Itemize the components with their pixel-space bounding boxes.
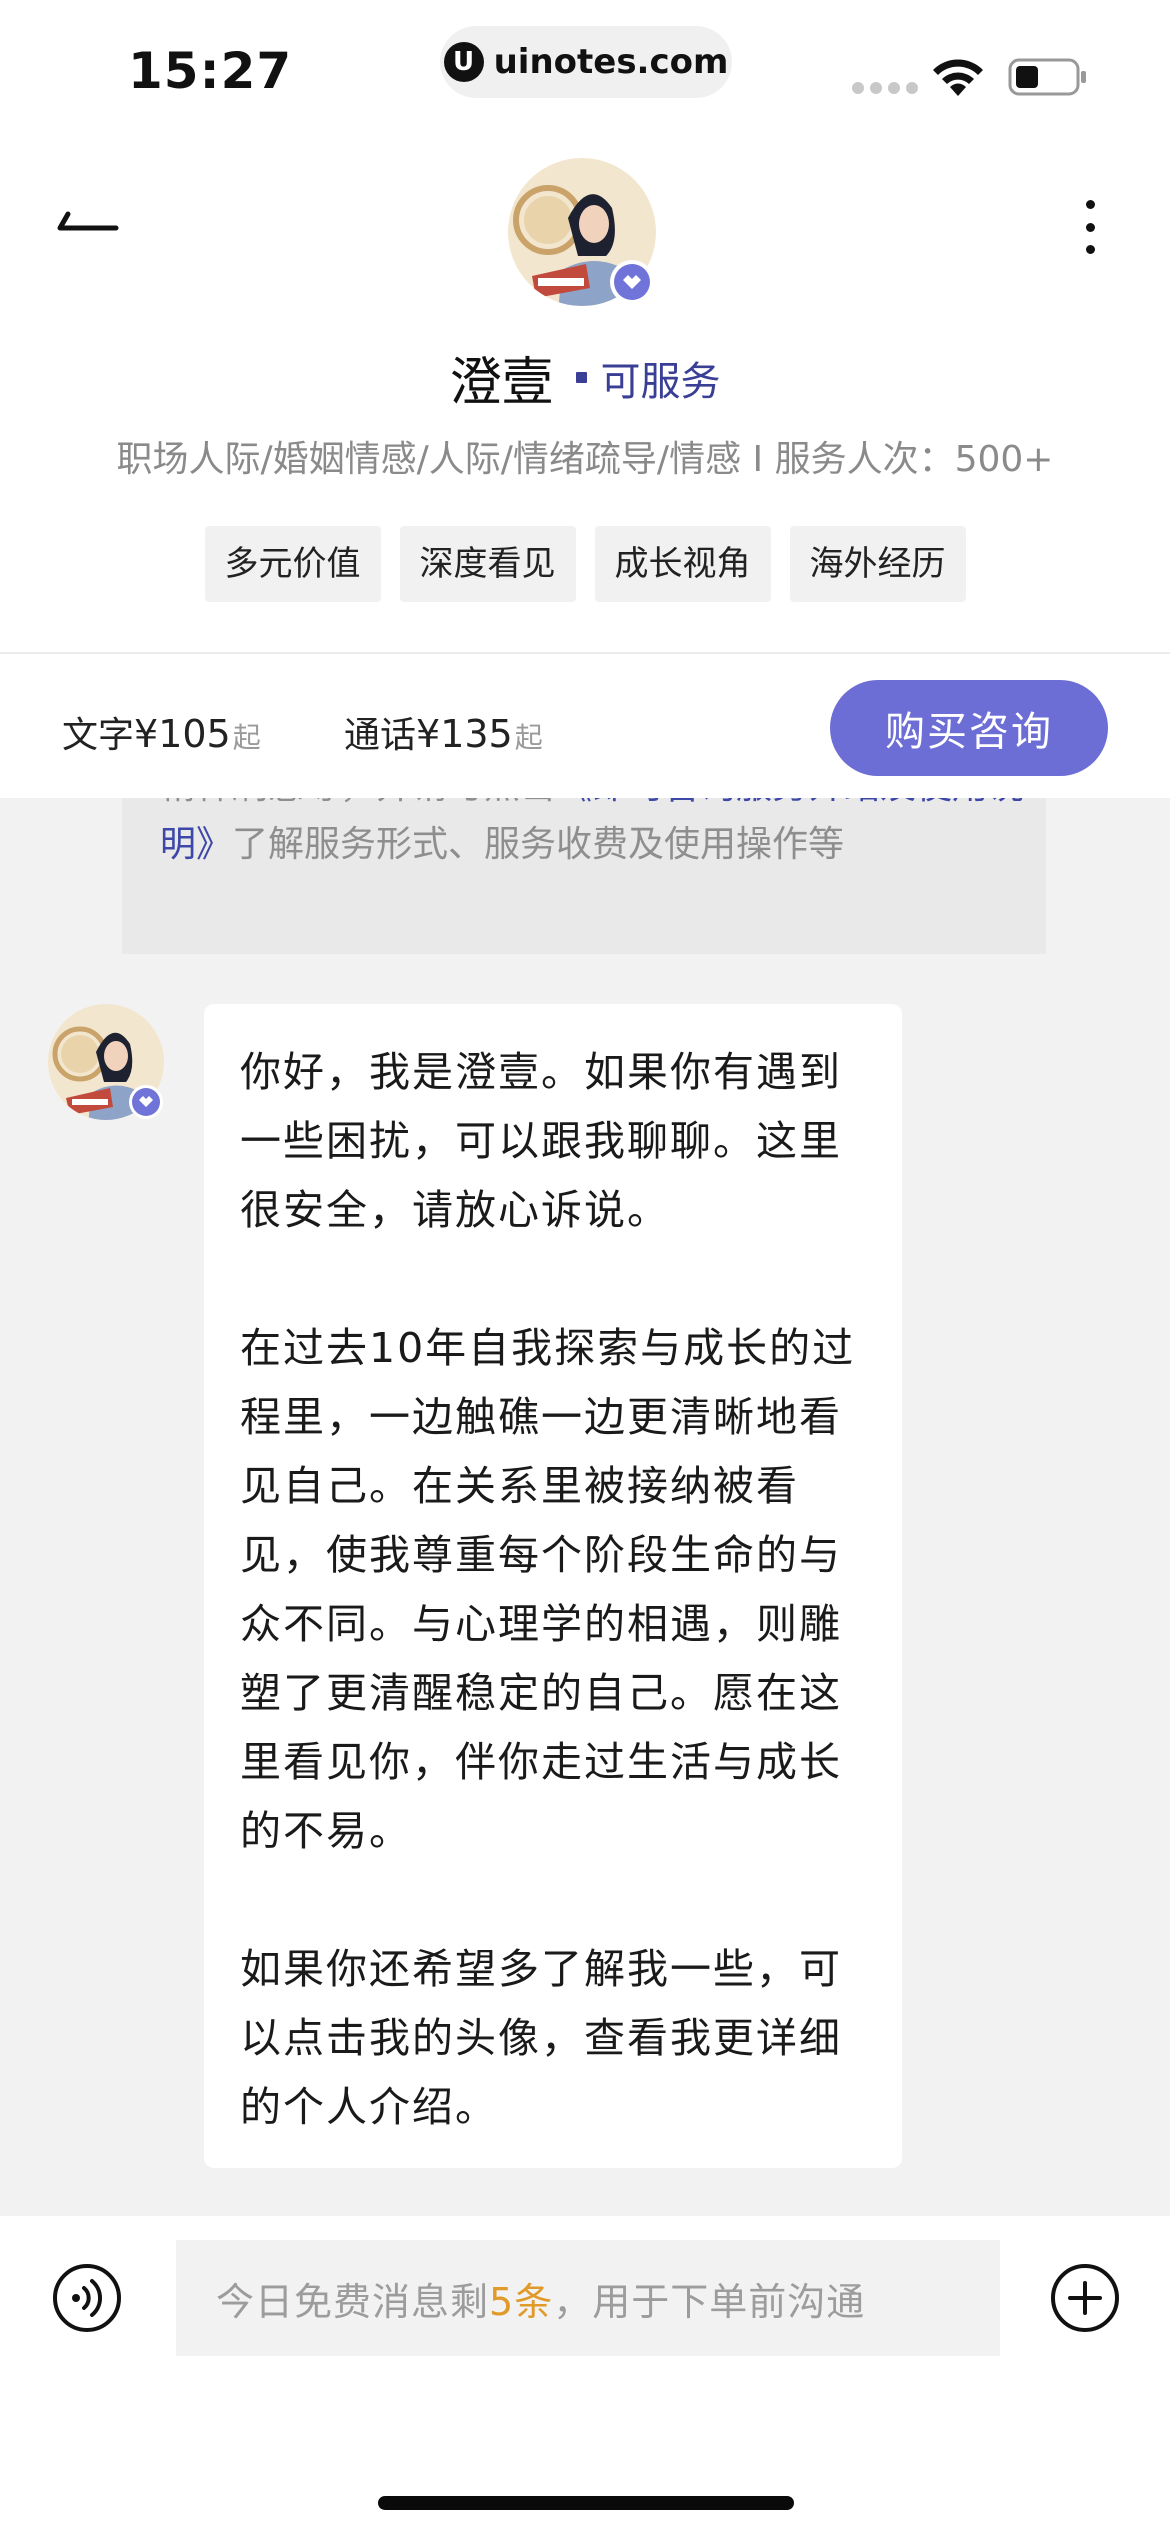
text-price-label: 文字 [62,715,135,756]
feature-chip: 多元价值 [204,526,381,602]
service-tags: 职场人际/婚姻情感/人际/情绪疏导/情感 I 服务人次：500+ [116,439,1054,480]
message-input[interactable]: 今日免费消息剩 5条 ，用于下单前沟通 [176,2240,1000,2356]
status-time: 15:27 [128,42,293,100]
site-logo-icon: U [443,42,484,82]
text-price: 文字 ¥105 起 [62,706,261,758]
feature-chip: 海外经历 [789,526,966,602]
counselor-header: 澄壹 可服务 职场人际/婚姻情感/人际/情绪疏导/情感 I 服务人次：500+ … [0,140,1170,652]
notice-text: 精神刷感等，并请与点击《即时咨询服务介绍及使用说明》了解服务形式、服务收费及使用… [160,798,1030,874]
voice-icon[interactable] [52,2263,122,2333]
more-vertical-icon[interactable] [1070,192,1110,262]
counselor-name: 澄壹 [449,353,554,413]
message-text: 你好，我是澄壹。如果你有遇到一些困扰，可以跟我聊聊。这里很安全，请放心诉说。 在… [240,1048,856,2131]
notice-rest: 了解服务形式、服务收费及使用操作等 [232,824,845,865]
call-price-suffix: 起 [514,721,543,754]
notice-partial: 精神刷感等，并请与点击 [160,798,556,807]
call-price-label: 通话 [344,715,417,756]
plus-circle-icon[interactable] [1050,2263,1120,2333]
buy-consultation-button[interactable]: 购买咨询 [830,680,1108,776]
feature-chip: 成长视角 [594,526,771,602]
chat-avatar[interactable] [48,1004,170,1126]
text-price-amount: ¥105 [134,712,231,756]
availability-dot [575,372,587,383]
status-bar: 15:27 U uinotes.com [0,0,1170,140]
url-text: uinotes.com [493,42,729,82]
placeholder-prefix: 今日免费消息剩 [216,2279,490,2324]
battery-icon [1008,58,1086,96]
price-bar: 文字 ¥105 起 通话 ¥135 起 购买咨询 [0,652,1170,798]
service-notice: 精神刷感等，并请与点击《即时咨询服务介绍及使用说明》了解服务形式、服务收费及使用… [122,798,1046,954]
name-row: 澄壹 可服务 [0,340,1170,415]
call-price-amount: ¥135 [416,712,513,756]
input-bar: 今日免费消息剩 5条 ，用于下单前沟通 [0,2216,1170,2532]
wifi-icon [933,59,983,96]
free-message-count: 5条 [489,2279,554,2324]
placeholder-suffix: ，用于下单前沟通 [553,2279,866,2324]
message-bubble: 你好，我是澄壹。如果你有遇到一些困扰，可以跟我聊聊。这里很安全，请放心诉说。 在… [204,1004,902,2168]
counselor-avatar[interactable] [508,158,662,312]
call-price: 通话 ¥135 起 [344,706,543,758]
feature-chips: 多元价值 深度看见 成长视角 海外经历 [0,526,1170,602]
feature-chip: 深度看见 [399,526,576,602]
cellular-signal-icon [852,82,918,94]
url-pill[interactable]: U uinotes.com [440,26,732,98]
home-indicator [378,2496,794,2510]
text-price-suffix: 起 [232,721,261,754]
back-arrow-icon[interactable] [50,200,126,260]
availability-status: 可服务 [600,358,721,405]
